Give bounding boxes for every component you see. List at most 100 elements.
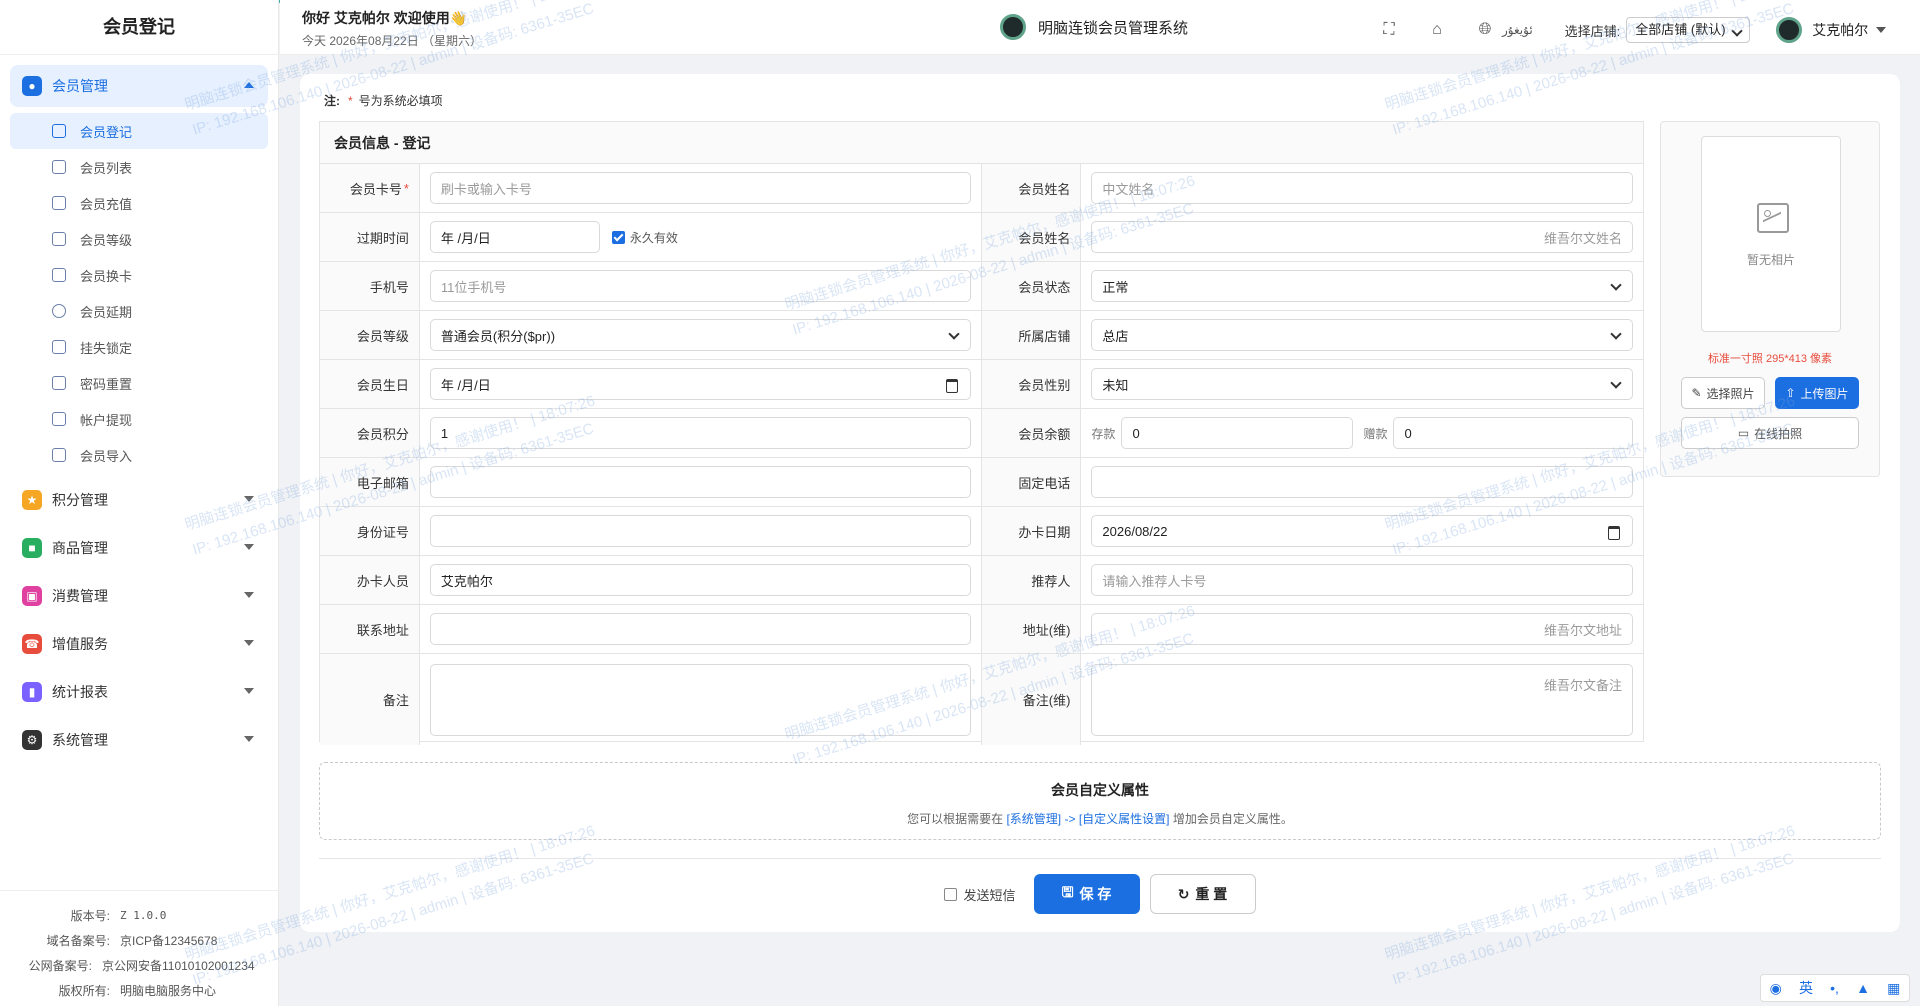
menu-group-reports[interactable]: ▮ 统计报表 — [10, 671, 268, 713]
gift-input[interactable]: 0 — [1393, 417, 1633, 449]
save-button[interactable]: 🖫︎ 保 存 — [1033, 874, 1140, 914]
level-select[interactable]: 普通会员(积分($pr)) — [429, 319, 971, 351]
sidebar-item-password-reset[interactable]: 密码重置 — [10, 365, 268, 401]
fullscreen-icon[interactable]: ⛶ — [1380, 21, 1398, 39]
remark-ug-textarea[interactable]: 维吾尔文备注 — [1091, 663, 1633, 736]
sidebar-item-member-list[interactable]: 会员列表 — [10, 149, 268, 185]
referrer-input[interactable]: 请输入推荐人卡号 — [1091, 564, 1633, 596]
send-sms-checkbox[interactable]: 发送短信 — [944, 885, 1016, 904]
chevron-down-icon — [1876, 27, 1887, 33]
copyright-value: 明脑电脑服务中心 — [120, 984, 217, 998]
police-label: 公网备案号: — [28, 959, 92, 973]
upload-photo-button[interactable]: ⇧ 上传图片 — [1775, 377, 1859, 409]
divider — [319, 858, 1881, 859]
menu-group-consume[interactable]: ▣ 消费管理 — [10, 575, 268, 617]
chevron-down-icon — [244, 592, 254, 598]
refresh-icon: ↻ — [1177, 885, 1190, 902]
sidebar-item-member-recharge[interactable]: 会员充值 — [10, 185, 268, 221]
icp-label: 域名备案号: — [46, 934, 110, 948]
sidebar-item-member-level[interactable]: 会员等级 — [10, 221, 268, 257]
checkbox-checked-icon — [611, 230, 625, 244]
expire-date-input[interactable]: 年 /月/日 — [429, 221, 600, 253]
star-icon: ★ — [22, 490, 42, 510]
sidebar-item-extend[interactable]: 会员延期 — [10, 293, 268, 329]
sidebar-item-member-register[interactable]: 会员登记 — [10, 113, 268, 149]
remark-textarea[interactable] — [429, 663, 971, 736]
menu-group-label: 增值服务 — [52, 636, 108, 652]
store-label: 所属店铺 — [981, 311, 1082, 359]
version-label: 版本号: — [70, 909, 110, 923]
status-select[interactable]: 正常 — [1091, 270, 1633, 302]
email-input[interactable] — [429, 466, 971, 498]
download-icon — [52, 412, 66, 426]
checkbox-icon — [944, 887, 958, 901]
store-select[interactable]: 全部店铺 (默认) — [1626, 17, 1751, 43]
gender-select[interactable]: 未知 — [1091, 368, 1633, 400]
users-icon: ● — [22, 76, 42, 96]
permanent-label: 永久有效 — [629, 230, 678, 245]
home-icon[interactable]: ⌂ — [1428, 21, 1446, 39]
phone-input[interactable]: 11位手机号 — [429, 270, 971, 302]
menu-group-points[interactable]: ★ 积分管理 — [10, 479, 268, 521]
avatar — [1776, 17, 1803, 43]
brand-logo-icon — [1000, 14, 1026, 40]
form-row: 过期时间 年 /月/日 永久有效 会员姓名 维吾尔文姓名 — [320, 213, 1643, 262]
camera-button[interactable]: ▭ 在线拍照 — [1681, 417, 1859, 449]
card-no-input[interactable]: 刷卡或输入卡号 — [429, 172, 971, 204]
permanent-checkbox[interactable]: 永久有效 — [611, 229, 678, 246]
choose-photo-label: 选择照片 — [1706, 386, 1755, 401]
operator-input[interactable]: 艾克帕尔 — [429, 564, 971, 596]
menu-group-goods[interactable]: ■ 商品管理 — [10, 527, 268, 569]
name-cn-input[interactable]: 中文姓名 — [1091, 172, 1633, 204]
photo-panel: 暂无相片 标准一寸照 295*413 像素 ✎ 选择照片 ⇧ 上传图片 ▭ 在线拍照 — [1660, 121, 1880, 477]
menu-group-label: 积分管理 — [52, 492, 108, 508]
language-switch[interactable]: ئۇيغۇر — [1502, 23, 1533, 37]
key-icon — [52, 376, 66, 390]
address-ug-input[interactable]: 维吾尔文地址 — [1091, 613, 1633, 645]
deposit-input[interactable]: 0 — [1121, 417, 1354, 449]
upload-icon: ⇧ — [1785, 386, 1796, 400]
sidebar: 会员登记 ● 会员管理 会员登记 会员列表 会员充值 会员等级 会员换卡 会员延… — [0, 0, 279, 1006]
expire-label: 过期时间 — [320, 213, 420, 261]
points-input[interactable]: 1 — [429, 417, 971, 449]
custom-attr-settings-link[interactable]: [自定义属性设置] — [1079, 812, 1170, 826]
menu-group-value-added[interactable]: ☎ 增值服务 — [10, 623, 268, 665]
member-form: 会员信息 - 登记 会员卡号 * 刷卡或输入卡号 会员姓名 中文姓名 过期时间 年… — [319, 121, 1644, 745]
sidebar-item-card-change[interactable]: 会员换卡 — [10, 257, 268, 293]
menu-group-member[interactable]: ● 会员管理 — [10, 65, 268, 107]
birthday-input[interactable]: 年 /月/日 — [429, 368, 971, 400]
sidebar-item-lock[interactable]: 挂失锁定 — [10, 329, 268, 365]
level-label: 会员等级 — [320, 311, 420, 359]
store-field-select[interactable]: 总店 — [1091, 319, 1633, 351]
sidebar-footer: 版本号: Z 1.0.0 域名备案号: 京ICP备12345678 公网备案号: 京公… — [0, 890, 279, 1006]
reset-button[interactable]: ↻ 重 置 — [1149, 874, 1256, 914]
globe-icon[interactable]: 🌐︎ — [1476, 21, 1494, 39]
name-ug-input[interactable]: 维吾尔文姓名 — [1091, 221, 1633, 253]
user-menu[interactable]: 艾克帕尔 — [1776, 17, 1887, 43]
open-date-input[interactable]: 2026/08/22 — [1091, 515, 1633, 547]
birthday-label: 会员生日 — [320, 360, 420, 408]
id-card-input[interactable] — [429, 515, 971, 547]
greeting-text: 你好 艾克帕尔 欢迎使用👋 — [302, 10, 468, 26]
sidebar-item-label: 会员导入 — [80, 448, 133, 464]
custom-desc-pre: 您可以根据需要在 — [907, 812, 1004, 826]
icp-value[interactable]: 京ICP备12345678 — [120, 932, 217, 949]
remark-ug-label: 备注(维) — [981, 654, 1082, 745]
address-input[interactable] — [429, 613, 971, 645]
menu-group-system[interactable]: ⚙ 系统管理 — [10, 719, 268, 761]
choose-photo-button[interactable]: ✎ 选择照片 — [1681, 377, 1765, 409]
sidebar-item-import[interactable]: 会员导入 — [10, 437, 268, 473]
police-value[interactable]: 京公网安备11010102001234 — [102, 957, 255, 974]
edit-icon: ✎ — [1691, 386, 1702, 400]
ime-lang[interactable]: 英 — [1799, 978, 1813, 998]
user-icon: ▲ — [1856, 980, 1870, 996]
user-add-icon — [52, 124, 66, 138]
landline-input[interactable] — [1091, 466, 1633, 498]
referrer-label: 推荐人 — [981, 556, 1082, 604]
address-label: 联系地址 — [320, 605, 420, 653]
ime-toolbar[interactable]: ◉ 英 •, ▲ ▦ — [1760, 974, 1910, 1002]
date-text: 今天 2026年08月22日 （星期六） — [302, 34, 483, 48]
sidebar-item-withdraw[interactable]: 帐户提现 — [10, 401, 268, 437]
deposit-label: 存款 — [1091, 426, 1116, 441]
system-manage-link[interactable]: [系统管理] — [1006, 812, 1061, 826]
